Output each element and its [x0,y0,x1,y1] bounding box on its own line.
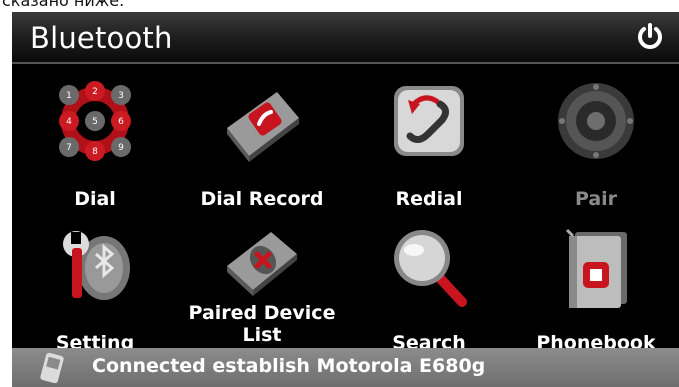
phone-device-icon [40,352,64,384]
svg-text:3: 3 [118,91,124,101]
svg-text:9: 9 [118,143,124,153]
dial-label: Dial [74,188,116,210]
pair-button[interactable]: Pair [516,74,676,219]
setting-button[interactable]: Setting [15,220,175,365]
svg-text:5: 5 [92,117,98,127]
svg-text:6: 6 [118,117,124,127]
phonebook-button[interactable]: Phonebook [516,220,676,365]
title-bar: Bluetooth [12,12,679,62]
svg-text:2: 2 [92,87,98,97]
dial-button[interactable]: 1 2 3 4 5 6 7 8 9 Dial [15,74,175,219]
dialpad-icon: 1 2 3 4 5 6 7 8 9 [59,81,131,161]
svg-text:1: 1 [66,91,72,101]
redial-label: Redial [395,188,463,210]
speaker-icon [558,83,634,159]
title-divider [12,62,679,64]
page-title: Bluetooth [30,21,173,55]
redial-phone-icon [394,86,464,156]
call-log-icon [227,92,299,162]
page-text-fragment: сказано ниже: [0,0,679,12]
paired-device-icon [227,232,297,296]
magnifier-icon [394,230,467,307]
phonebook-icon [565,228,627,308]
wrench-bluetooth-icon [63,231,130,300]
redial-button[interactable]: Redial [349,74,509,219]
svg-text:4: 4 [66,117,72,127]
dial-record-label: Dial Record [200,188,324,210]
paired-device-list-button[interactable]: Paired Device List [182,220,342,365]
connection-status-text: Connected establish Motorola E680g [92,355,486,377]
search-button[interactable]: Search [349,220,509,365]
pair-label: Pair [574,188,618,210]
svg-text:8: 8 [92,147,98,157]
dial-record-button[interactable]: Dial Record [182,74,342,219]
power-icon[interactable] [635,22,665,52]
paired-device-list-label: Paired Device List [188,302,336,346]
svg-text:7: 7 [66,143,72,153]
bluetooth-screen: Bluetooth 1 2 3 4 5 6 7 8 9 Dial Dial Re… [12,12,679,387]
status-bar: Connected establish Motorola E680g [12,348,679,387]
